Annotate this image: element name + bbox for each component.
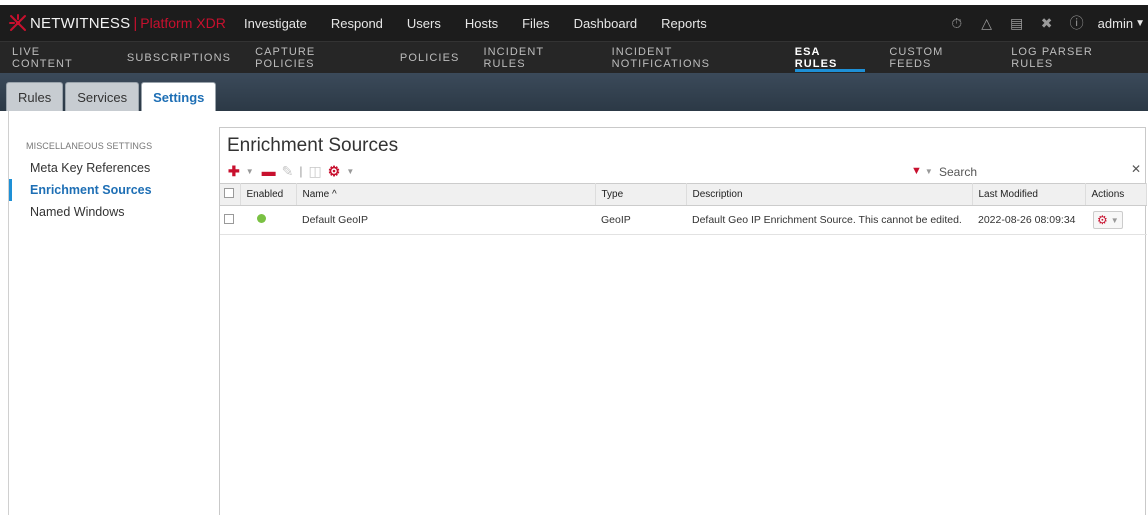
column-enabled[interactable]: Enabled [240,183,297,206]
toolbar: ✚ ▼ ▬ ✎ | ◫ ⚙ ▼ ▼ ▼ ✕ [220,160,1145,182]
subnav-capture-policies[interactable]: CAPTURE POLICIES [243,42,388,73]
sidebar-item-meta-key-references[interactable]: Meta Key References [9,157,218,179]
type-cell: GeoIP [595,205,686,235]
bell-icon[interactable]: △ [972,15,1002,32]
subnav-log-parser-rules[interactable]: LOG PARSER RULES [999,42,1148,73]
sidebar-section-title: MISCELLANEOUS SETTINGS [26,141,153,151]
last-modified-cell: 2022-08-26 08:09:34 [972,205,1085,235]
enabled-cell [240,205,296,235]
edit-icon[interactable]: ✎ [282,163,294,180]
topnav-users[interactable]: Users [395,5,453,41]
gear-dropdown-icon[interactable]: ▼ [346,167,354,176]
subnav-incident-notifications[interactable]: INCIDENT NOTIFICATIONS [600,42,783,73]
netwitness-logo-icon [9,14,26,31]
subnav-policies[interactable]: POLICIES [388,42,472,73]
sidebar-item-enrichment-sources[interactable]: Enrichment Sources [9,179,218,201]
help-icon[interactable]: ⓘ [1062,13,1092,33]
enrichment-sources-table: Enabled Name ^ Type Description Last Mod… [220,183,1147,235]
brand-name: NETWITNESS [30,14,131,32]
user-menu[interactable]: admin [1092,16,1135,31]
top-nav: Investigate Respond Users Hosts Files Da… [232,5,719,41]
sidebar-item-named-windows[interactable]: Named Windows [9,201,218,223]
subnav-live-content[interactable]: LIVE CONTENT [0,42,115,73]
subnav-esa-rules[interactable]: ESA RULES [783,42,878,73]
chevron-down-icon[interactable]: ▼ [1135,18,1145,29]
select-all-header[interactable] [220,183,241,206]
tab-rules[interactable]: Rules [6,82,64,111]
topnav-investigate[interactable]: Investigate [232,5,319,41]
gear-icon: ⚙ [1097,213,1108,227]
top-icons: ⏱ △ ▤ ✖ ⓘ admin ▼ [942,5,1148,41]
add-dropdown-icon[interactable]: ▼ [246,167,254,176]
table-header-row: Enabled Name ^ Type Description Last Mod… [220,183,1147,206]
import-icon[interactable]: ◫ [309,163,322,180]
topnav-dashboard[interactable]: Dashboard [562,5,650,41]
actions-cell: ⚙ ▼ [1085,205,1147,235]
row-checkbox[interactable] [224,213,234,224]
brand[interactable]: NETWITNESS | Platform XDR [0,5,232,41]
enrichment-sources-panel: Enrichment Sources ✚ ▼ ▬ ✎ | ◫ ⚙ ▼ ▼ ▼ ✕ [219,127,1147,515]
brand-product: Platform XDR [140,15,226,31]
filter-dropdown-icon[interactable]: ▼ [925,167,933,176]
filter-icon[interactable]: ▼ [911,165,922,177]
content-area: MISCELLANEOUS SETTINGS Meta Key Referenc… [0,111,1148,515]
row-actions-button[interactable]: ⚙ ▼ [1093,211,1123,229]
add-icon[interactable]: ✚ [228,163,240,180]
delete-icon[interactable]: ▬ [262,163,276,179]
chevron-down-icon: ▼ [1110,215,1119,225]
brand-separator: | [133,14,138,32]
row-select-cell[interactable] [220,205,240,235]
clear-search-icon[interactable]: ✕ [1131,162,1141,176]
subnav-custom-feeds[interactable]: CUSTOM FEEDS [877,42,999,73]
tab-settings[interactable]: Settings [141,82,217,111]
column-actions: Actions [1085,183,1147,206]
top-bar: NETWITNESS | Platform XDR Investigate Re… [0,5,1148,41]
settings-sidebar: MISCELLANEOUS SETTINGS Meta Key Referenc… [8,111,218,515]
subnav-subscriptions[interactable]: SUBSCRIPTIONS [115,42,243,73]
toolbar-divider: | [299,164,303,178]
select-all-checkbox[interactable] [224,188,234,198]
column-name[interactable]: Name ^ [296,183,596,206]
stopwatch-icon[interactable]: ⏱ [942,15,972,32]
config-subnav: LIVE CONTENT SUBSCRIPTIONS CAPTURE POLIC… [0,41,1148,73]
tools-icon[interactable]: ✖ [1032,15,1062,32]
column-last-modified[interactable]: Last Modified [972,183,1086,206]
table-row[interactable]: Default GeoIP GeoIP Default Geo IP Enric… [220,205,1147,235]
name-cell: Default GeoIP [296,205,595,235]
notes-icon[interactable]: ▤ [1002,15,1032,32]
search-input[interactable] [937,163,1144,180]
description-cell: Default Geo IP Enrichment Source. This c… [686,205,972,235]
subnav-incident-rules[interactable]: INCIDENT RULES [471,42,599,73]
gear-icon[interactable]: ⚙ [328,163,341,180]
topnav-hosts[interactable]: Hosts [453,5,510,41]
column-type[interactable]: Type [595,183,687,206]
tab-services[interactable]: Services [65,82,140,111]
enabled-status-icon [257,214,266,223]
column-description[interactable]: Description [686,183,973,206]
filter-control[interactable]: ▼ ▼ [911,160,936,182]
topnav-files[interactable]: Files [510,5,561,41]
tab-strip: Rules Services Settings [0,73,1148,111]
topnav-respond[interactable]: Respond [319,5,395,41]
page-title: Enrichment Sources [227,135,399,156]
topnav-reports[interactable]: Reports [649,5,719,41]
